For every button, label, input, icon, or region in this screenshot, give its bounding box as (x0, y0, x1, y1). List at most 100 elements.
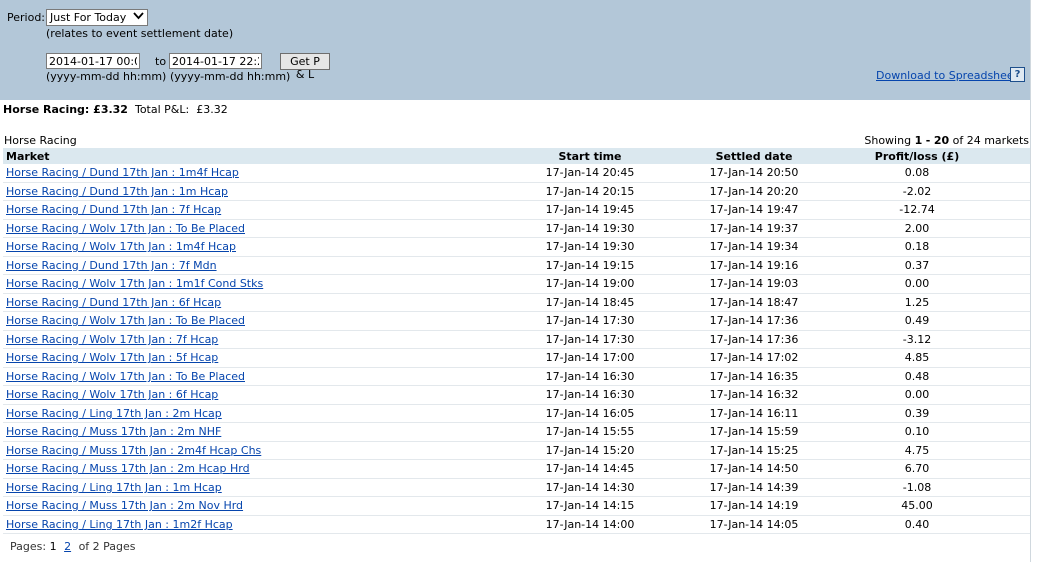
profit-loss-cell: 4.85 (804, 348, 1030, 368)
start-time-cell: 17-Jan-14 17:30 (476, 311, 704, 331)
settled-date-cell: 17-Jan-14 17:02 (704, 348, 804, 368)
to-label: to (155, 55, 167, 68)
settled-date-cell: 17-Jan-14 19:37 (704, 219, 804, 238)
page-2-link[interactable]: 2 (64, 540, 71, 553)
profit-loss-cell: 0.00 (804, 274, 1030, 294)
download-spreadsheet-link[interactable]: Download to Spreadsheet (876, 69, 1018, 82)
market-cell: Horse Racing / Dund 17th Jan : 1m4f Hcap (3, 164, 476, 183)
market-link[interactable]: Horse Racing / Dund 17th Jan : 1m Hcap (6, 185, 228, 198)
profit-loss-cell: 0.18 (804, 237, 1030, 257)
table-row: Horse Racing / Dund 17th Jan : 6f Hcap 17… (3, 293, 1030, 312)
table-row: Horse Racing / Wolv 17th Jan : 1m4f Hcap… (3, 237, 1030, 257)
table-header-row: Market Start time Settled date Profit/lo… (3, 148, 1030, 164)
start-time-cell: 17-Jan-14 17:30 (476, 330, 704, 349)
market-cell: Horse Racing / Dund 17th Jan : 7f Hcap (3, 200, 476, 220)
start-time-cell: 17-Jan-14 19:30 (476, 219, 704, 238)
market-link[interactable]: Horse Racing / Wolv 17th Jan : 1m4f Hcap (6, 240, 236, 253)
market-link[interactable]: Horse Racing / Wolv 17th Jan : To Be Pla… (6, 222, 245, 235)
settled-date-cell: 17-Jan-14 16:32 (704, 385, 804, 405)
market-link[interactable]: Horse Racing / Wolv 17th Jan : 7f Hcap (6, 333, 218, 346)
settled-date-cell: 17-Jan-14 14:50 (704, 459, 804, 479)
profit-loss-cell: 0.10 (804, 422, 1030, 442)
help-icon[interactable]: ? (1010, 67, 1025, 82)
profit-loss-cell: 0.40 (804, 515, 1030, 534)
market-link[interactable]: Horse Racing / Muss 17th Jan : 2m NHF (6, 425, 221, 438)
market-cell: Horse Racing / Wolv 17th Jan : 6f Hcap (3, 385, 476, 405)
market-link[interactable]: Horse Racing / Muss 17th Jan : 2m Nov Hr… (6, 499, 243, 512)
profit-loss-cell: 0.39 (804, 404, 1030, 423)
start-time-cell: 17-Jan-14 14:30 (476, 478, 704, 497)
category-pl-value: £3.32 (93, 103, 128, 116)
header-start-time[interactable]: Start time (476, 148, 704, 164)
market-link[interactable]: Horse Racing / Dund 17th Jan : 1m4f Hcap (6, 166, 239, 179)
table-row: Horse Racing / Wolv 17th Jan : 5f Hcap 17… (3, 348, 1030, 368)
market-cell: Horse Racing / Ling 17th Jan : 2m Hcap (3, 404, 476, 423)
header-profit-loss[interactable]: Profit/loss (£) (804, 148, 1030, 164)
header-market[interactable]: Market (3, 148, 476, 164)
settled-date-cell: 17-Jan-14 15:25 (704, 441, 804, 460)
profit-loss-cell: 0.49 (804, 311, 1030, 331)
settled-date-cell: 17-Jan-14 18:47 (704, 293, 804, 312)
market-link[interactable]: Horse Racing / Dund 17th Jan : 6f Hcap (6, 296, 221, 309)
settled-date-cell: 17-Jan-14 14:19 (704, 496, 804, 516)
category-pl-label: Horse Racing: £3.32 (3, 103, 128, 116)
settled-date-cell: 17-Jan-14 20:20 (704, 182, 804, 201)
market-link[interactable]: Horse Racing / Wolv 17th Jan : To Be Pla… (6, 314, 245, 327)
table-row: Horse Racing / Muss 17th Jan : 2m Nov Hr… (3, 496, 1030, 516)
filter-panel: Period: Just For Today (relates to event… (0, 0, 1030, 100)
from-format-hint: (yyyy-mm-dd hh:mm) (46, 70, 167, 83)
get-pl-button[interactable]: Get P & L (280, 53, 330, 81)
profit-loss-cell: -1.08 (804, 478, 1030, 497)
table-row: Horse Racing / Wolv 17th Jan : To Be Pla… (3, 311, 1030, 331)
settled-date-cell: 17-Jan-14 15:59 (704, 422, 804, 442)
market-cell: Horse Racing / Dund 17th Jan : 1m Hcap (3, 182, 476, 201)
market-link[interactable]: Horse Racing / Wolv 17th Jan : 1m1f Cond… (6, 277, 263, 290)
market-link[interactable]: Horse Racing / Muss 17th Jan : 2m4f Hcap… (6, 444, 261, 457)
period-selected-value: Just For Today (50, 11, 127, 24)
profit-loss-cell: 6.70 (804, 459, 1030, 479)
profit-loss-cell: 0.08 (804, 164, 1030, 183)
market-cell: Horse Racing / Wolv 17th Jan : 1m4f Hcap (3, 237, 476, 257)
start-time-cell: 17-Jan-14 14:45 (476, 459, 704, 479)
from-date-input[interactable] (46, 53, 140, 69)
period-dropdown[interactable]: Just For Today (46, 9, 148, 26)
market-link[interactable]: Horse Racing / Wolv 17th Jan : To Be Pla… (6, 370, 245, 383)
pages-suffix: of 2 Pages (78, 540, 136, 553)
to-format-hint: (yyyy-mm-dd hh:mm) (170, 70, 291, 83)
profit-loss-cell: 0.48 (804, 367, 1030, 386)
pagination: Pages: 1 2 of 2 Pages (10, 540, 136, 553)
start-time-cell: 17-Jan-14 16:05 (476, 404, 704, 423)
market-cell: Horse Racing / Wolv 17th Jan : To Be Pla… (3, 367, 476, 386)
market-link[interactable]: Horse Racing / Muss 17th Jan : 2m Hcap H… (6, 462, 250, 475)
start-time-cell: 17-Jan-14 19:30 (476, 237, 704, 257)
market-link[interactable]: Horse Racing / Ling 17th Jan : 1m Hcap (6, 481, 222, 494)
settled-date-cell: 17-Jan-14 16:11 (704, 404, 804, 423)
market-link[interactable]: Horse Racing / Wolv 17th Jan : 6f Hcap (6, 388, 218, 401)
start-time-cell: 17-Jan-14 18:45 (476, 293, 704, 312)
table-row: Horse Racing / Muss 17th Jan : 2m4f Hcap… (3, 441, 1030, 460)
market-link[interactable]: Horse Racing / Wolv 17th Jan : 5f Hcap (6, 351, 218, 364)
pl-summary: Horse Racing: £3.32 Total P&L: £3.32 (3, 103, 228, 116)
to-date-input[interactable] (169, 53, 262, 69)
market-link[interactable]: Horse Racing / Ling 17th Jan : 1m2f Hcap (6, 518, 233, 531)
current-page: 1 (49, 540, 57, 553)
section-title: Horse Racing (4, 134, 77, 147)
total-pl-value: £3.32 (196, 103, 228, 116)
header-settled-date[interactable]: Settled date (704, 148, 804, 164)
divider (1030, 0, 1031, 562)
chevron-down-icon (133, 10, 144, 24)
market-cell: Horse Racing / Dund 17th Jan : 7f Mdn (3, 256, 476, 275)
market-cell: Horse Racing / Ling 17th Jan : 1m Hcap (3, 478, 476, 497)
market-link[interactable]: Horse Racing / Ling 17th Jan : 2m Hcap (6, 407, 222, 420)
market-cell: Horse Racing / Muss 17th Jan : 2m Nov Hr… (3, 496, 476, 516)
showing-count: Showing 1 - 20 of 24 markets (864, 134, 1029, 147)
market-cell: Horse Racing / Ling 17th Jan : 1m2f Hcap (3, 515, 476, 534)
market-link[interactable]: Horse Racing / Dund 17th Jan : 7f Hcap (6, 203, 221, 216)
market-link[interactable]: Horse Racing / Dund 17th Jan : 7f Mdn (6, 259, 217, 272)
start-time-cell: 17-Jan-14 20:15 (476, 182, 704, 201)
table-row: Horse Racing / Wolv 17th Jan : To Be Pla… (3, 367, 1030, 386)
table-row: Horse Racing / Ling 17th Jan : 2m Hcap 17… (3, 404, 1030, 423)
period-note: (relates to event settlement date) (46, 27, 234, 40)
start-time-cell: 17-Jan-14 15:55 (476, 422, 704, 442)
start-time-cell: 17-Jan-14 19:00 (476, 274, 704, 294)
